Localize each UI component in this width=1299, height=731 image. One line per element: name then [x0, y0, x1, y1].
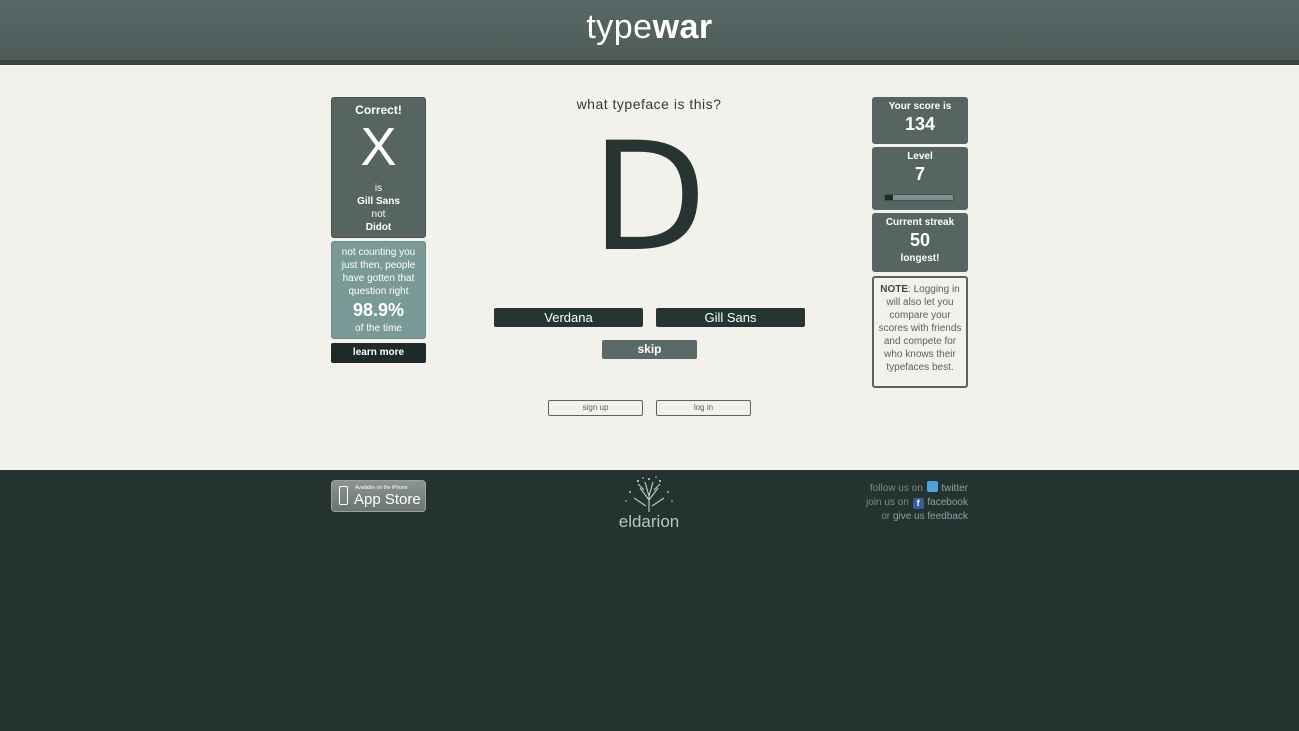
- feedback-link[interactable]: give us feedback: [893, 511, 968, 522]
- log-in-button[interactable]: log in: [656, 400, 751, 416]
- typewar-logo[interactable]: typewar: [586, 8, 712, 47]
- twitter-icon: [926, 481, 938, 492]
- note-label: NOTE: [880, 284, 909, 295]
- typeface-specimen: D: [591, 111, 707, 285]
- level-box: Level 7: [872, 147, 968, 210]
- twitter-link[interactable]: twitter: [941, 483, 968, 494]
- appstore-big-text: App Store: [354, 491, 421, 508]
- facebook-link[interactable]: facebook: [927, 497, 968, 508]
- facebook-icon: f: [912, 498, 924, 509]
- eldarion-wordmark: eldarion: [618, 512, 680, 531]
- stats-text: not counting you just then, people have …: [341, 247, 416, 297]
- streak-value: 50: [909, 230, 931, 250]
- feedback-prefix: or: [881, 511, 891, 522]
- site-header: typewar: [0, 0, 1299, 65]
- app-store-badge[interactable]: Available on the iPhone App Store: [331, 480, 426, 512]
- streak-label: Current streak: [885, 217, 955, 228]
- login-note: NOTE: Logging in will also let you compa…: [872, 276, 968, 388]
- footer-links: follow us on twitter join us on f facebo…: [800, 481, 968, 524]
- phone-icon: [339, 486, 348, 505]
- result-panel: Correct! X is Gill Sans not Didot: [331, 97, 426, 238]
- logo-light: type: [586, 8, 653, 46]
- level-value: 7: [914, 164, 925, 184]
- streak-foot: longest!: [900, 253, 940, 264]
- level-progress-bar: [884, 194, 954, 201]
- stats-foot: of the time: [355, 323, 402, 334]
- eldarion-logo[interactable]: eldarion: [610, 476, 688, 534]
- score-box: Your score is 134: [872, 97, 968, 144]
- join-prefix: join us on: [866, 497, 909, 508]
- level-progress-fill: [885, 195, 894, 200]
- stats-panel: not counting you just then, people have …: [331, 241, 426, 339]
- choice-b-button[interactable]: Gill Sans: [656, 308, 805, 327]
- result-is: is: [374, 183, 383, 194]
- streak-box: Current streak 50 longest!: [872, 213, 968, 272]
- level-label: Level: [907, 151, 933, 162]
- score-label: Your score is: [888, 101, 952, 112]
- note-text: : Logging in will also let you compare y…: [878, 284, 962, 373]
- result-correct-font: Gill Sans: [357, 196, 400, 207]
- sign-up-button[interactable]: sign up: [548, 400, 643, 416]
- choice-a-button[interactable]: Verdana: [494, 308, 643, 327]
- result-mark: X: [360, 117, 397, 177]
- question-text: what typeface is this?: [576, 96, 722, 112]
- logo-bold: war: [652, 8, 713, 46]
- follow-prefix: follow us on: [869, 483, 923, 494]
- result-other-font: Didot: [365, 222, 392, 233]
- learn-more-button[interactable]: learn more: [331, 343, 426, 363]
- stats-percent: 98.9%: [352, 300, 405, 320]
- score-value: 134: [904, 114, 936, 134]
- skip-button[interactable]: skip: [602, 340, 697, 359]
- result-title: Correct!: [355, 103, 402, 117]
- eldarion-tree-icon: [625, 476, 673, 512]
- result-not: not: [371, 209, 386, 220]
